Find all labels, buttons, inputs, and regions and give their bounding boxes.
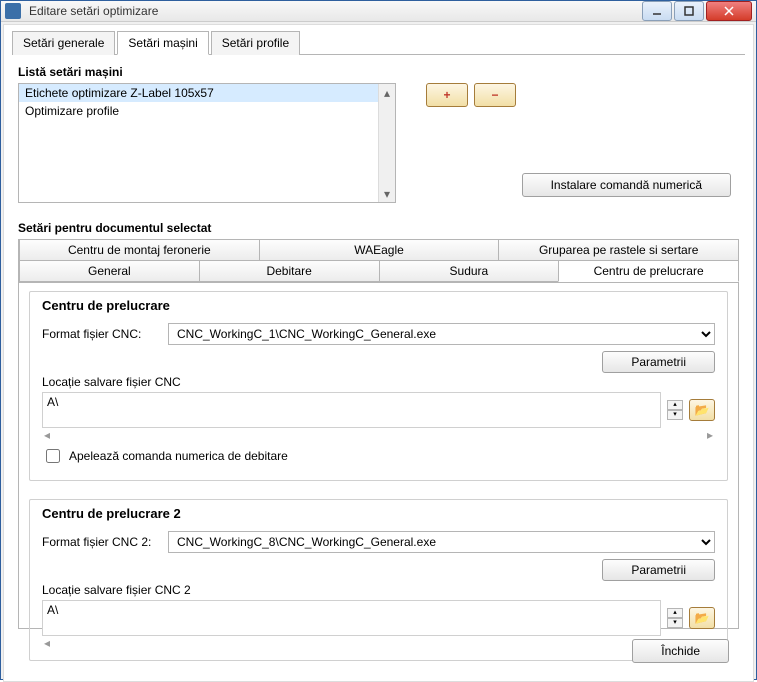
spinner-up-icon[interactable]: ▴ <box>667 608 683 618</box>
machine-list-heading: Listă setări mașini <box>18 65 745 79</box>
tab-general[interactable]: Setări generale <box>12 31 115 55</box>
cnc-format-row-1: Format fișier CNC: CNC_WorkingC_1\CNC_Wo… <box>42 323 715 345</box>
install-nc-button[interactable]: Instalare comandă numerică <box>522 173 731 197</box>
selected-doc-section: Setări pentru documentul selectat Centru… <box>12 211 745 629</box>
subtab-machining-center[interactable]: Centru de prelucrare <box>558 260 739 282</box>
tab-profiles[interactable]: Setări profile <box>211 31 300 55</box>
call-cutting-nc-label: Apelează comanda numerica de debitare <box>69 449 288 463</box>
call-cutting-nc-row: Apelează comanda numerica de debitare <box>42 446 715 466</box>
close-button[interactable]: Închide <box>632 639 729 663</box>
list-scrollbar[interactable]: ▴ ▾ <box>378 84 395 202</box>
subtab-general[interactable]: General <box>19 260 200 282</box>
folder-icon: 📂 <box>695 611 710 625</box>
window-controls <box>642 1 752 21</box>
parameters-button-2[interactable]: Parametrii <box>602 559 715 581</box>
subtab-cutting[interactable]: Debitare <box>199 260 380 282</box>
browse-button-2[interactable]: 📂 <box>689 607 715 629</box>
subtab-row-2: General Debitare Sudura Centru de preluc… <box>19 261 738 282</box>
subtab-welding[interactable]: Sudura <box>379 260 560 282</box>
machine-listbox[interactable]: Etichete optimizare Z-Label 105x57 Optim… <box>18 83 396 203</box>
cnc-format-label-2: Format fișier CNC 2: <box>42 535 160 549</box>
app-window: Editare setări optimizare Setări general… <box>0 0 757 680</box>
subtab-row-1: Centru de montaj feronerie WAEagle Grupa… <box>19 240 738 261</box>
app-icon <box>5 3 21 19</box>
cnc-format-select-1[interactable]: CNC_WorkingC_1\CNC_WorkingC_General.exe <box>168 323 715 345</box>
subtab-waeagle[interactable]: WAEagle <box>259 239 500 261</box>
machine-list-items: Etichete optimizare Z-Label 105x57 Optim… <box>19 84 378 202</box>
close-window-button[interactable] <box>706 1 752 21</box>
list-item[interactable]: Optimizare profile <box>19 102 378 120</box>
parameters-button-1[interactable]: Parametrii <box>602 351 715 373</box>
spinner-up-icon[interactable]: ▴ <box>667 400 683 410</box>
spinner-down-icon[interactable]: ▾ <box>667 410 683 420</box>
machining-center-group-1: Centru de prelucrare Format fișier CNC: … <box>29 291 728 481</box>
remove-button[interactable]: − <box>474 83 516 107</box>
group1-title: Centru de prelucrare <box>42 298 715 313</box>
cnc-location-label-2: Locație salvare fișier CNC 2 <box>42 583 715 597</box>
cnc-location-box-1: ▴ ▾ 📂 <box>42 392 715 428</box>
tab-machines[interactable]: Setări mașini <box>117 31 208 55</box>
minimize-button[interactable] <box>642 1 672 21</box>
scroll-down-icon[interactable]: ▾ <box>379 185 395 202</box>
sub-tabs: Centru de montaj feronerie WAEagle Grupa… <box>18 239 739 283</box>
hscroll-1[interactable]: ◂▸ <box>42 428 715 438</box>
cnc-format-label-1: Format fișier CNC: <box>42 327 160 341</box>
call-cutting-nc-checkbox[interactable] <box>46 449 60 463</box>
scroll-up-icon[interactable]: ▴ <box>379 84 395 101</box>
subtab-content: Centru de prelucrare Format fișier CNC: … <box>18 283 739 629</box>
cnc-format-row-2: Format fișier CNC 2: CNC_WorkingC_8\CNC_… <box>42 531 715 553</box>
plus-icon: + <box>443 88 450 102</box>
main-tabs: Setări generale Setări mașini Setări pro… <box>12 31 745 55</box>
cnc-location-label-1: Locație salvare fișier CNC <box>42 375 715 389</box>
minus-icon: − <box>491 88 498 102</box>
browse-button-1[interactable]: 📂 <box>689 399 715 421</box>
cnc-location-input-1[interactable] <box>42 392 661 428</box>
titlebar: Editare setări optimizare <box>1 1 756 22</box>
cnc-format-select-2[interactable]: CNC_WorkingC_8\CNC_WorkingC_General.exe <box>168 531 715 553</box>
spinner-down-icon[interactable]: ▾ <box>667 618 683 628</box>
location-spinner-2[interactable]: ▴ ▾ <box>667 608 683 628</box>
client-area: Setări generale Setări mașini Setări pro… <box>3 24 754 682</box>
add-remove-buttons: + − <box>426 83 516 107</box>
list-item[interactable]: Etichete optimizare Z-Label 105x57 <box>19 84 378 102</box>
window-title: Editare setări optimizare <box>25 4 642 18</box>
subtab-hardware-center[interactable]: Centru de montaj feronerie <box>19 239 260 261</box>
selected-doc-heading: Setări pentru documentul selectat <box>18 221 739 235</box>
footer: Închide <box>12 629 745 673</box>
folder-icon: 📂 <box>695 403 710 417</box>
group2-title: Centru de prelucrare 2 <box>42 506 715 521</box>
add-button[interactable]: + <box>426 83 468 107</box>
maximize-button[interactable] <box>674 1 704 21</box>
location-spinner-1[interactable]: ▴ ▾ <box>667 400 683 420</box>
subtab-grouping[interactable]: Gruparea pe rastele si sertare <box>498 239 739 261</box>
